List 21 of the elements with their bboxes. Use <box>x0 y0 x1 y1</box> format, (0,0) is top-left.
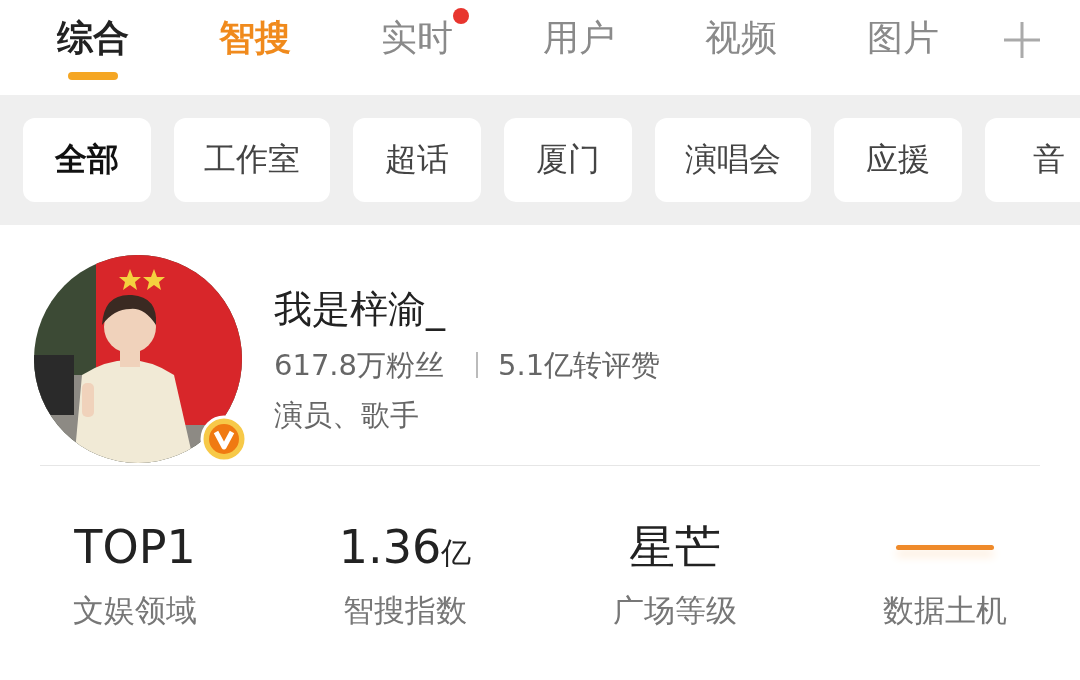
filter-chip[interactable]: 应援 <box>834 118 962 202</box>
stat-label: 文娱领域 <box>73 591 197 630</box>
stat-label: 数据土机 <box>883 591 1007 630</box>
filter-chip[interactable]: 全部 <box>23 118 151 202</box>
engagement-count: 5.1亿转评赞 <box>498 347 661 384</box>
tab-underline <box>68 72 118 80</box>
filter-chip[interactable]: 音 <box>985 118 1080 202</box>
tab[interactable]: 综合 <box>12 0 174 95</box>
stat-value: TOP1 <box>74 519 196 576</box>
filter-chip[interactable]: 超话 <box>353 118 481 202</box>
filter-chip[interactable]: 演唱会 <box>655 118 811 202</box>
stat-label: 智搜指数 <box>343 591 467 630</box>
stat-value: 1.36亿 <box>338 519 472 576</box>
stat-label: 广场等级 <box>613 591 737 630</box>
follower-count: 617.8万粉丝 <box>274 347 445 384</box>
filter-chip[interactable]: 工作室 <box>174 118 330 202</box>
user-tags: 演员、歌手 <box>274 393 661 437</box>
stat-value: 星芒 <box>629 519 721 576</box>
add-icon[interactable] <box>1002 20 1042 60</box>
user-name: 我是梓渝_ <box>274 286 447 333</box>
filter-chip[interactable]: 厦门 <box>504 118 632 202</box>
